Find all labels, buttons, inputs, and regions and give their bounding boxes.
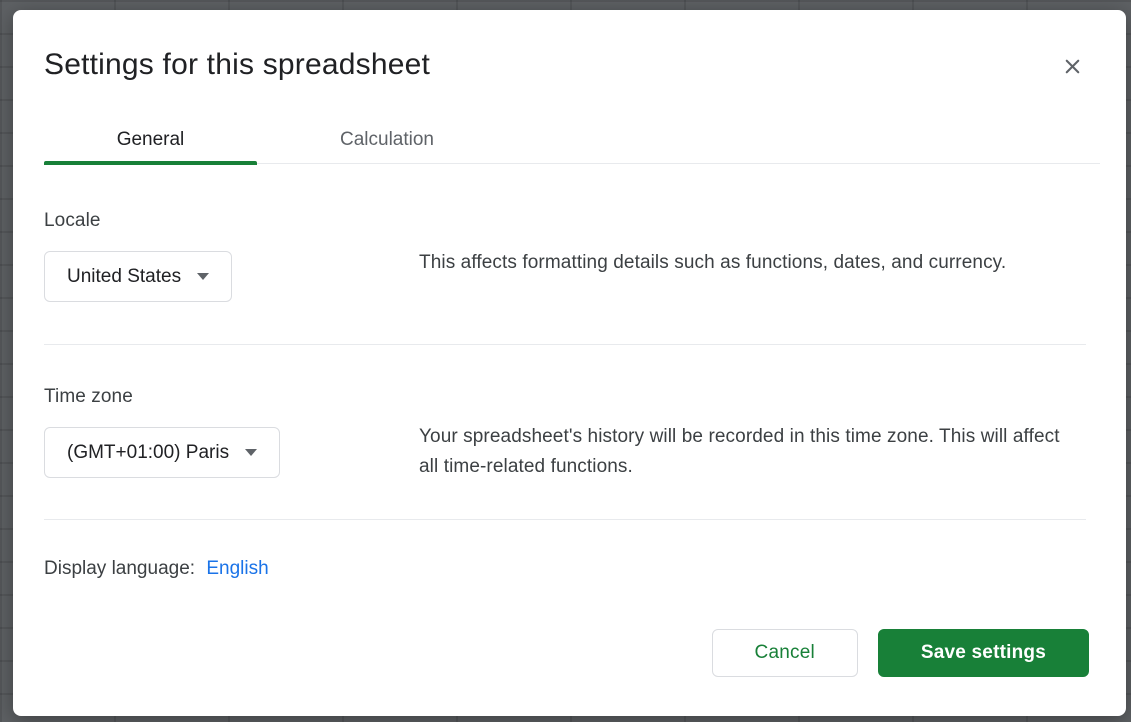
tab-calculation-label: Calculation <box>340 129 434 151</box>
dialog-title: Settings for this spreadsheet <box>44 46 430 84</box>
save-settings-button[interactable]: Save settings <box>878 629 1089 677</box>
dialog-footer: Cancel Save settings <box>712 629 1089 677</box>
timezone-dropdown[interactable]: (GMT+01:00) Paris <box>44 427 280 478</box>
timezone-section: Time zone (GMT+01:00) Paris Your spreads… <box>44 344 1086 519</box>
close-button[interactable] <box>1056 50 1088 82</box>
caret-down-icon <box>245 449 257 456</box>
display-language-row: Display language: English <box>44 558 269 580</box>
tab-bar: General Calculation <box>44 116 1100 164</box>
timezone-label: Time zone <box>44 386 419 408</box>
display-language-link[interactable]: English <box>206 558 268 579</box>
close-icon <box>1061 55 1084 78</box>
section-divider <box>44 519 1086 520</box>
tab-calculation[interactable]: Calculation <box>257 116 517 164</box>
timezone-description: Your spreadsheet's history will be recor… <box>419 422 1069 482</box>
locale-dropdown-value: United States <box>67 266 181 288</box>
caret-down-icon <box>197 273 209 280</box>
locale-description: This affects formatting details such as … <box>419 248 1069 278</box>
locale-dropdown[interactable]: United States <box>44 251 232 302</box>
spreadsheet-settings-dialog: Settings for this spreadsheet General Ca… <box>13 10 1126 716</box>
tab-general-label: General <box>117 129 185 151</box>
tab-general[interactable]: General <box>44 116 257 164</box>
display-language-label: Display language: <box>44 558 195 579</box>
timezone-dropdown-value: (GMT+01:00) Paris <box>67 442 229 464</box>
cancel-button[interactable]: Cancel <box>712 629 858 677</box>
locale-label: Locale <box>44 210 419 232</box>
locale-section: Locale United States This affects format… <box>44 164 1086 344</box>
